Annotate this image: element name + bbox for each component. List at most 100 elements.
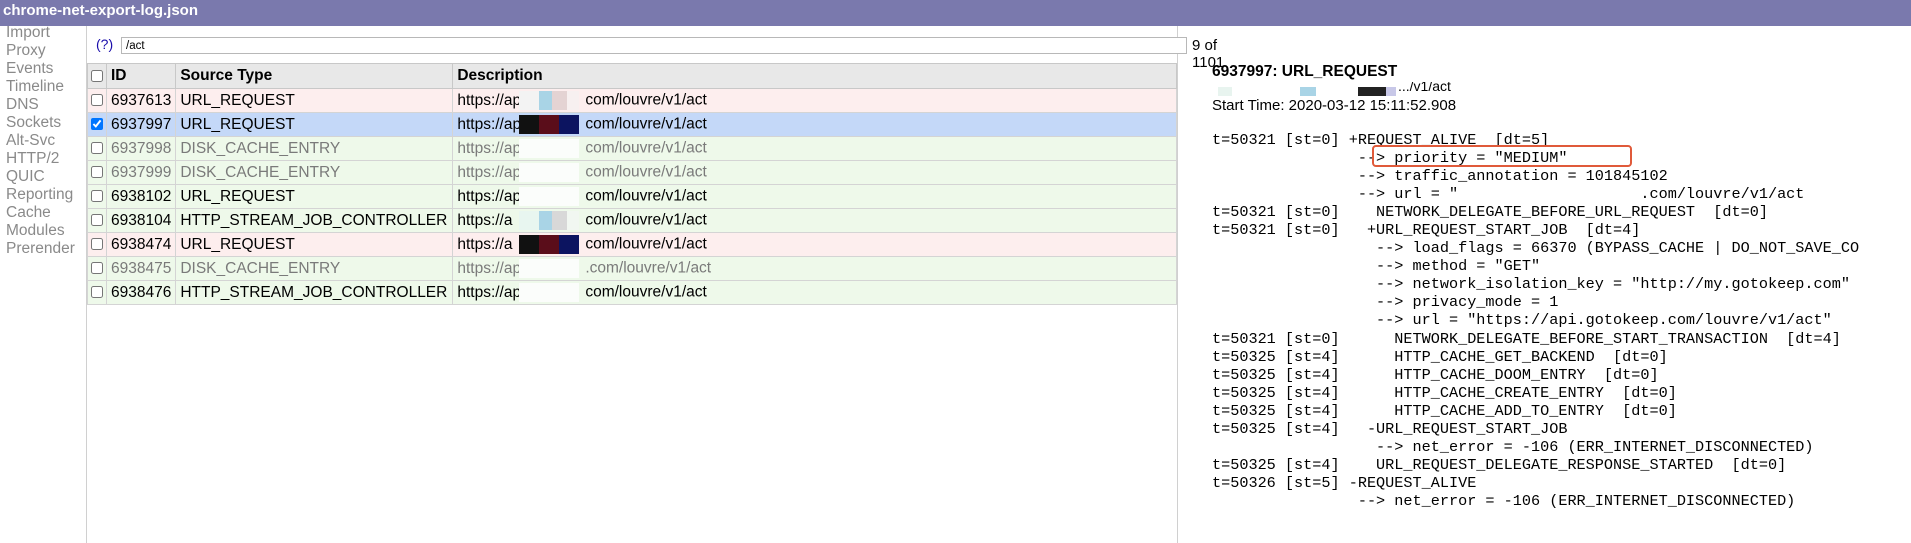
log-line: --> url = " .com/louvre/v1/act <box>1212 185 1805 204</box>
log-line: t=50325 [st=4] URL_REQUEST_DELEGATE_RESP… <box>1212 455 1787 474</box>
row-checkbox[interactable] <box>91 238 103 251</box>
row-select-cell <box>87 208 107 233</box>
sidebar-item-sockets[interactable]: Sockets <box>6 114 61 132</box>
row-id: 6938104 <box>105 208 177 233</box>
row-source-type: URL_REQUEST <box>175 184 454 209</box>
row-description: https://ap com/louvre/v1/act <box>452 280 1177 305</box>
log-line: t=50325 [st=4] -URL_REQUEST_START_JOB <box>1212 419 1568 438</box>
row-description: https://ap com/louvre/v1/act <box>452 136 1177 161</box>
row-id: 6938475 <box>105 256 177 281</box>
redacted-detail-line: .../v1/act <box>1212 82 1532 96</box>
sidebar-item-reporting[interactable]: Reporting <box>6 186 73 204</box>
log-line: --> network_isolation_key = "http://my.g… <box>1212 275 1850 294</box>
log-line: --> url = "https://api.gotokeep.com/louv… <box>1212 311 1832 330</box>
redacted-region <box>519 115 580 134</box>
log-line: t=50325 [st=4] HTTP_CACHE_DOOM_ENTRY [dt… <box>1212 365 1659 384</box>
row-source-type: HTTP_STREAM_JOB_CONTROLLER <box>175 208 454 233</box>
table-row[interactable]: 6938102 URL_REQUEST https://ap com/louvre… <box>87 184 1177 209</box>
table-row[interactable]: 6938474 URL_REQUEST https://a com/louvre/… <box>87 232 1177 257</box>
priority-highlight-box <box>1372 145 1632 167</box>
table-row[interactable]: 6938475 DISK_CACHE_ENTRY https://ap .com/… <box>87 256 1177 281</box>
sidebar-item-timeline[interactable]: Timeline <box>6 78 64 96</box>
row-checkbox[interactable] <box>91 166 103 179</box>
row-description: https://ap com/louvre/v1/act <box>452 160 1177 185</box>
sidebar-item-dns[interactable]: DNS <box>6 96 39 114</box>
description-prefix: https://a <box>457 235 513 253</box>
sidebar-item-import[interactable]: Import <box>6 24 50 42</box>
select-all-checkbox[interactable] <box>91 69 103 82</box>
row-id: 6937613 <box>105 88 177 113</box>
filter-help-link[interactable]: (?) <box>96 36 113 52</box>
log-line: --> net_error = -106 (ERR_INTERNET_DISCO… <box>1212 437 1814 456</box>
row-checkbox[interactable] <box>91 118 103 131</box>
sidebar-item-modules[interactable]: Modules <box>6 222 65 240</box>
pane-divider[interactable] <box>1177 26 1178 543</box>
row-select-cell <box>87 184 107 209</box>
column-header-description[interactable]: Description <box>452 63 1177 89</box>
row-checkbox[interactable] <box>91 262 103 275</box>
row-description: https://ap .com/louvre/v1/act <box>452 256 1177 281</box>
events-table-body: 6937613 URL_REQUEST https://ap com/louvre… <box>87 88 1177 305</box>
start-time: Start Time: 2020-03-12 15:11:52.908 <box>1212 97 1457 114</box>
log-line: t=50326 [st=5] -REQUEST_ALIVE <box>1212 473 1477 492</box>
description-suffix: com/louvre/v1/act <box>585 211 707 229</box>
log-line: t=50321 [st=0] +URL_REQUEST_START_JOB [d… <box>1212 221 1641 240</box>
detail-title: 6937997: URL_REQUEST <box>1212 63 1398 80</box>
description-prefix: https://ap <box>457 187 522 205</box>
event-log: t=50321 [st=0] +REQUEST_ALIVE [dt=5] -->… <box>1212 131 1859 510</box>
filter-input[interactable] <box>121 37 1187 54</box>
description-suffix: com/louvre/v1/act <box>585 187 707 205</box>
row-source-type: DISK_CACHE_ENTRY <box>175 136 454 161</box>
table-row[interactable]: 6938476 HTTP_STREAM_JOB_CONTROLLER https… <box>87 280 1177 305</box>
column-header-id[interactable]: ID <box>105 63 177 89</box>
row-checkbox[interactable] <box>91 286 103 299</box>
filter-bar: (?) 9 of 1101 <box>87 34 1224 71</box>
row-id: 6937997 <box>105 112 177 137</box>
sidebar-item-http2[interactable]: HTTP/2 <box>6 150 59 168</box>
description-suffix: com/louvre/v1/act <box>585 235 707 253</box>
row-description: https://ap com/louvre/v1/act <box>452 184 1177 209</box>
log-line: --> traffic_annotation = 101845102 <box>1212 167 1668 186</box>
row-id: 6938102 <box>105 184 177 209</box>
log-line: --> net_error = -106 (ERR_INTERNET_DISCO… <box>1212 491 1796 510</box>
sidebar-item-events[interactable]: Events <box>6 60 53 78</box>
row-id: 6938474 <box>105 232 177 257</box>
description-suffix: com/louvre/v1/act <box>585 163 707 181</box>
sidebar-item-proxy[interactable]: Proxy <box>6 42 46 60</box>
table-row[interactable]: 6937997 URL_REQUEST https://ap com/louvre… <box>87 112 1177 137</box>
row-checkbox[interactable] <box>91 214 103 227</box>
log-line: t=50325 [st=4] HTTP_CACHE_ADD_TO_ENTRY [… <box>1212 401 1677 420</box>
row-select-cell <box>87 160 107 185</box>
row-source-type: URL_REQUEST <box>175 232 454 257</box>
table-row[interactable]: 6937613 URL_REQUEST https://ap com/louvre… <box>87 88 1177 113</box>
log-line: --> load_flags = 66370 (BYPASS_CACHE | D… <box>1212 239 1860 258</box>
row-select-cell <box>87 136 107 161</box>
row-id: 6937999 <box>105 160 177 185</box>
row-description: https://ap com/louvre/v1/act <box>452 88 1177 113</box>
detail-partial-line: .../v1/act <box>1398 82 1451 94</box>
log-line: --> privacy_mode = 1 <box>1212 293 1559 312</box>
redacted-region <box>519 187 580 206</box>
row-select-cell <box>87 232 107 257</box>
description-suffix: .com/louvre/v1/act <box>585 259 712 277</box>
events-table: ID Source Type Description 6937613 URL_R… <box>87 63 1177 305</box>
row-description: https://a com/louvre/v1/act <box>452 232 1177 257</box>
description-prefix: https://ap <box>457 163 522 181</box>
row-checkbox[interactable] <box>91 142 103 155</box>
sidebar-item-cache[interactable]: Cache <box>6 204 51 222</box>
row-checkbox[interactable] <box>91 190 103 203</box>
table-row[interactable]: 6937998 DISK_CACHE_ENTRY https://ap com/l… <box>87 136 1177 161</box>
title-bar: chrome-net-export-log.json <box>0 0 1911 26</box>
description-suffix: com/louvre/v1/act <box>585 139 707 157</box>
description-prefix: https://ap <box>457 139 522 157</box>
table-row[interactable]: 6938104 HTTP_STREAM_JOB_CONTROLLER https… <box>87 208 1177 233</box>
sidebar-item-quic[interactable]: QUIC <box>6 168 45 186</box>
log-line: t=50325 [st=4] HTTP_CACHE_GET_BACKEND [d… <box>1212 347 1668 366</box>
table-row[interactable]: 6937999 DISK_CACHE_ENTRY https://ap com/l… <box>87 160 1177 185</box>
log-line: t=50325 [st=4] HTTP_CACHE_CREATE_ENTRY [… <box>1212 383 1677 402</box>
row-checkbox[interactable] <box>91 94 103 107</box>
column-header-source-type[interactable]: Source Type <box>175 63 454 89</box>
sidebar-item-alt-svc[interactable]: Alt-Svc <box>6 132 55 150</box>
sidebar-item-prerender[interactable]: Prerender <box>6 240 75 258</box>
redacted-region <box>519 259 580 278</box>
